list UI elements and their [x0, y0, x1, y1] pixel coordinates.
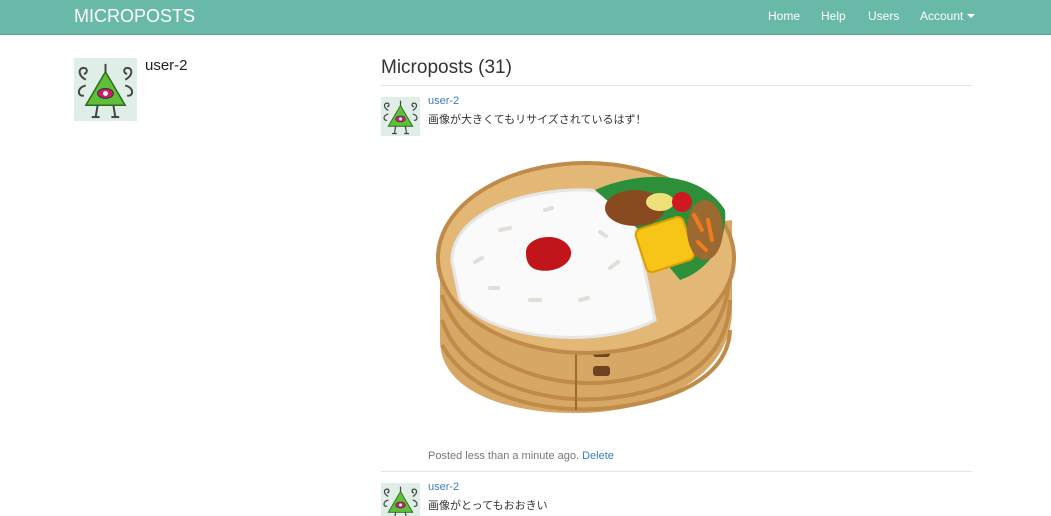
- green-triangle-monster-icon: [381, 483, 420, 516]
- heading-divider: [381, 85, 972, 86]
- microposts-heading: Microposts (31): [381, 57, 512, 78]
- green-triangle-monster-icon: [381, 97, 420, 136]
- posted-time-text: Posted less than a minute ago.: [428, 450, 580, 462]
- bento-box-image: [436, 161, 736, 414]
- account-label: Account: [920, 9, 964, 23]
- post-user-link[interactable]: user-2: [428, 481, 459, 493]
- nav-users-link[interactable]: Users: [868, 9, 899, 23]
- profile-avatar[interactable]: [74, 58, 137, 121]
- post-content: 画像が大きくてもリサイズされているはず！: [428, 114, 647, 126]
- green-triangle-monster-icon: [74, 58, 137, 121]
- post-avatar[interactable]: [381, 483, 420, 516]
- nav-home-link[interactable]: Home: [768, 9, 800, 23]
- post-content: 画像がとってもおおきい: [428, 500, 548, 512]
- post-divider: [381, 471, 972, 472]
- profile-username: user-2: [145, 57, 188, 74]
- caret-down-icon: [967, 14, 976, 18]
- post-timestamp: Posted less than a minute ago. Delete: [428, 450, 614, 462]
- post-user-link[interactable]: user-2: [428, 95, 459, 107]
- top-navbar: MICROPOSTS Home Help Users Account: [0, 0, 1051, 35]
- brand-logo-link[interactable]: MICROPOSTS: [74, 6, 195, 27]
- nav-help-link[interactable]: Help: [821, 9, 846, 23]
- post-avatar[interactable]: [381, 97, 420, 136]
- nav-account-dropdown[interactable]: Account: [920, 9, 976, 23]
- delete-post-link[interactable]: Delete: [582, 450, 614, 462]
